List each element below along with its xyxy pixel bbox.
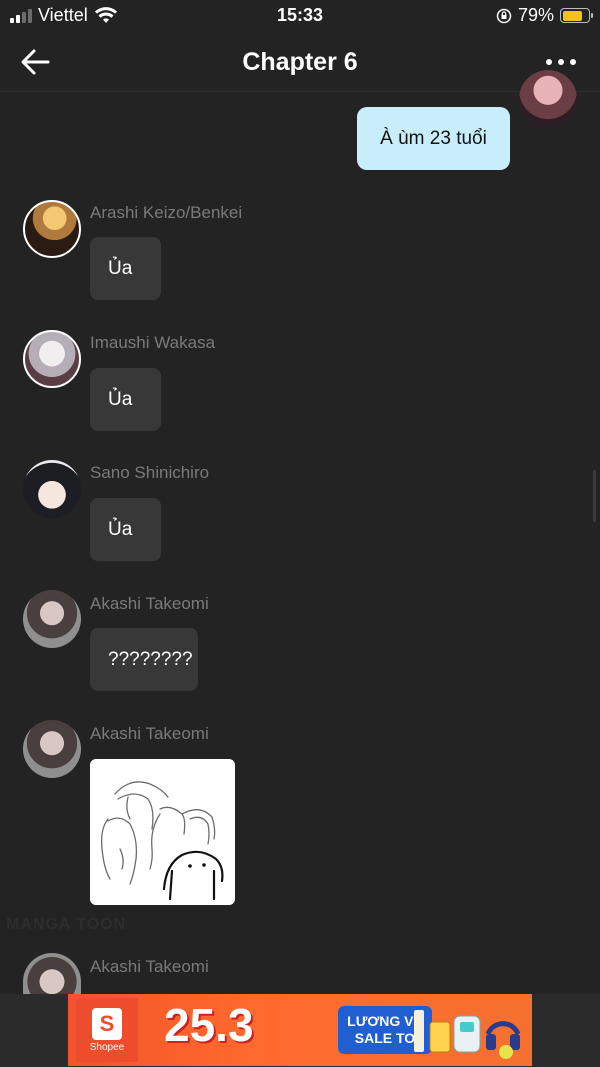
status-right: 79% [496, 5, 593, 26]
message-bubble[interactable]: Ủa [90, 498, 161, 561]
avatar-arashi[interactable] [23, 200, 81, 258]
battery-icon [560, 8, 593, 23]
message-bubble-outgoing[interactable]: À ùm 23 tuổi [357, 107, 510, 170]
shopee-brand: Shopee [89, 1041, 125, 1053]
sender-name: Sano Shinichiro [90, 463, 210, 482]
avatar-shinichiro[interactable] [23, 460, 81, 518]
ad-products-image [414, 1010, 521, 1059]
ad-tag-line2: SALE TO [354, 1030, 416, 1046]
ad-headline: 25.3 [164, 999, 254, 1051]
sender-name: Akashi Takeomi [90, 594, 209, 613]
battery-percent: 79% [517, 5, 554, 25]
avatar-wakasa[interactable] [23, 330, 81, 388]
battery-fill [562, 10, 583, 21]
avatar-self[interactable] [519, 70, 577, 128]
avatar-takeomi[interactable] [23, 953, 81, 994]
shopping-bag-icon: S [92, 1007, 122, 1040]
status-bar: Viettel 15:33 79% [0, 0, 600, 34]
more-horizontal-icon [546, 59, 552, 65]
ad-banner[interactable]: S Shopee 25.3 LƯƠNG VỀ SALE TO [68, 994, 532, 1066]
shopee-logo: S Shopee [76, 998, 138, 1062]
sketch-illustration [100, 781, 224, 901]
chat-header: Chapter 6 [0, 34, 600, 92]
sender-name: Arashi Keizo/Benkei [90, 203, 243, 222]
page-title: Chapter 6 [242, 48, 358, 76]
sender-name: Akashi Takeomi [90, 957, 209, 976]
message-bubble[interactable]: ???????? [90, 628, 198, 691]
sender-name: Imaushi Wakasa [90, 333, 216, 352]
watermark: MANGA TOON [6, 916, 127, 933]
avatar-takeomi[interactable] [23, 720, 81, 778]
sender-name: Akashi Takeomi [90, 724, 209, 743]
ad-container: S Shopee 25.3 LƯƠNG VỀ SALE TO [0, 994, 600, 1067]
avatar-takeomi[interactable] [23, 590, 81, 648]
sticker-image[interactable] [90, 759, 235, 905]
message-bubble[interactable]: Ủa [90, 237, 161, 300]
message-bubble[interactable]: Ủa [90, 368, 161, 431]
rotation-lock-icon [496, 8, 512, 23]
scroll-indicator[interactable] [593, 470, 596, 522]
